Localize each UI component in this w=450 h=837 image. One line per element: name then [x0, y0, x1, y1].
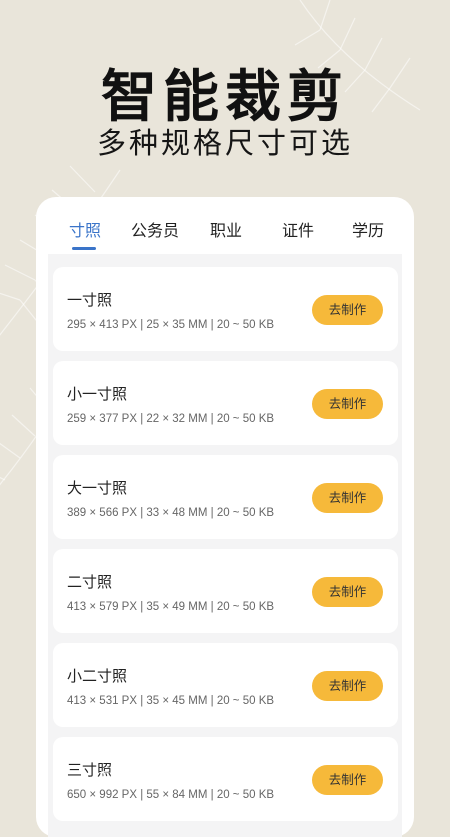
photo-size-panel: 寸照 公务员 职业 证件 学历 一寸照 295 × 413 PX | 25 × …	[36, 197, 414, 837]
make-button[interactable]: 去制作	[312, 577, 383, 607]
list-item[interactable]: 二寸照 413 × 579 PX | 35 × 49 MM | 20 ~ 50 …	[53, 549, 398, 633]
make-button[interactable]: 去制作	[312, 671, 383, 701]
list-item[interactable]: 一寸照 295 × 413 PX | 25 × 35 MM | 20 ~ 50 …	[53, 267, 398, 351]
active-tab-indicator	[72, 247, 96, 250]
make-button[interactable]: 去制作	[312, 765, 383, 795]
tab-profession[interactable]: 职业	[210, 217, 242, 241]
item-spec: 389 × 566 PX | 33 × 48 MM | 20 ~ 50 KB	[67, 507, 275, 519]
tab-cun-zhao[interactable]: 寸照	[69, 217, 101, 241]
make-button[interactable]: 去制作	[312, 389, 383, 419]
list-item[interactable]: 小一寸照 259 × 377 PX | 22 × 32 MM | 20 ~ 50…	[53, 361, 398, 445]
item-spec: 413 × 579 PX | 35 × 49 MM | 20 ~ 50 KB	[67, 601, 275, 613]
list-item[interactable]: 大一寸照 389 × 566 PX | 33 × 48 MM | 20 ~ 50…	[53, 455, 398, 539]
make-button[interactable]: 去制作	[312, 295, 383, 325]
tab-civil-servant[interactable]: 公务员	[131, 217, 179, 241]
category-tabs: 寸照 公务员 职业 证件 学历	[36, 217, 414, 253]
item-spec: 259 × 377 PX | 22 × 32 MM | 20 ~ 50 KB	[67, 413, 275, 425]
tab-certificate[interactable]: 证件	[282, 217, 314, 241]
make-button[interactable]: 去制作	[312, 483, 383, 513]
item-title: 一寸照	[67, 292, 113, 309]
item-spec: 650 × 992 PX | 55 × 84 MM | 20 ~ 50 KB	[67, 789, 275, 801]
item-title: 小二寸照	[67, 668, 128, 685]
item-title: 大一寸照	[67, 480, 128, 497]
item-spec: 295 × 413 PX | 25 × 35 MM | 20 ~ 50 KB	[67, 319, 275, 331]
watermark-text: FAPP · 4008891800 · C	[100, 768, 259, 785]
item-spec: 413 × 531 PX | 35 × 45 MM | 20 ~ 50 KB	[67, 695, 275, 707]
item-title: 二寸照	[67, 574, 113, 591]
item-title: 小一寸照	[67, 386, 128, 403]
tab-education[interactable]: 学历	[352, 217, 384, 241]
hero-subtitle: 多种规格尺寸可选	[96, 128, 353, 160]
list-item[interactable]: 小二寸照 413 × 531 PX | 35 × 45 MM | 20 ~ 50…	[53, 643, 398, 727]
